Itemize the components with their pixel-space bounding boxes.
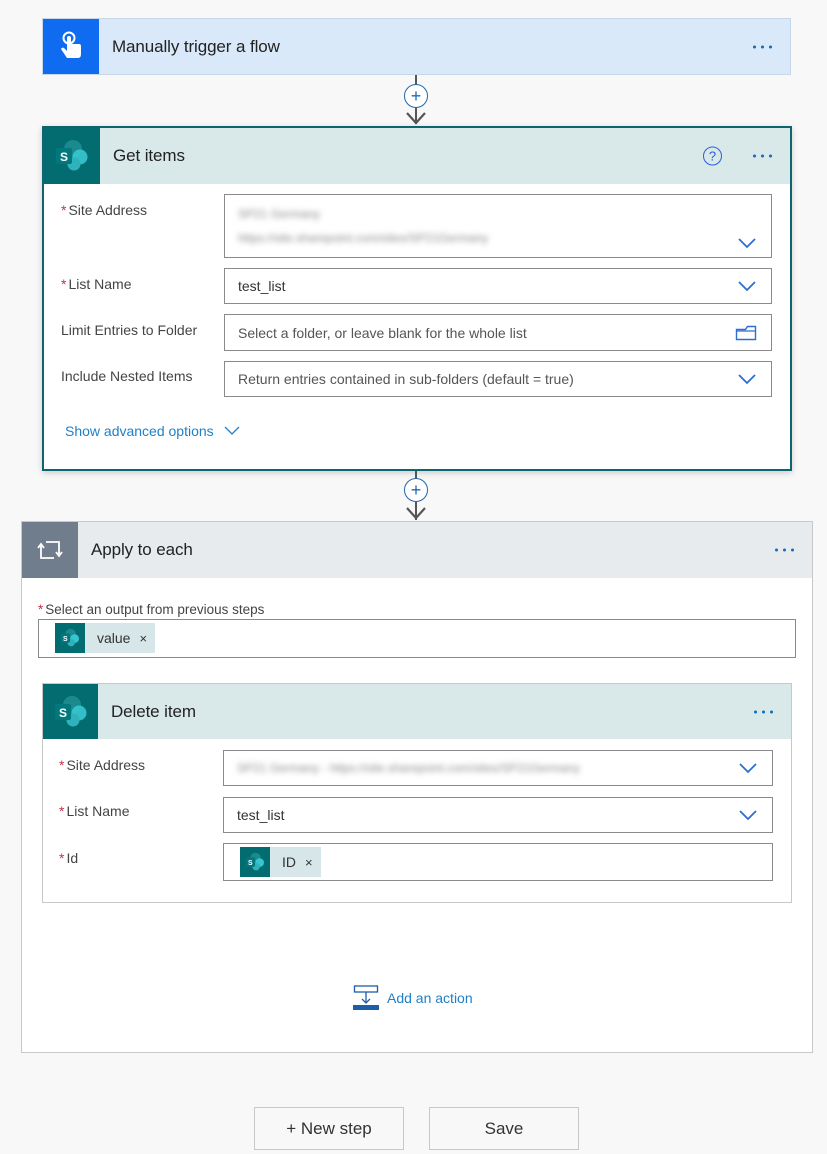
id-label: * Id: [59, 850, 79, 866]
trigger-header[interactable]: Manually trigger a flow: [43, 19, 790, 74]
value-token[interactable]: S value ×: [55, 623, 156, 653]
site-address-label: * Site Address: [61, 202, 148, 218]
delete-item-header[interactable]: S Delete item: [43, 684, 791, 739]
get-items-header[interactable]: S Get items ?: [44, 128, 790, 184]
more-options-icon[interactable]: [749, 41, 776, 52]
select-output-input[interactable]: S value ×: [38, 619, 796, 658]
select-output-label: * Select an output from previous steps: [38, 602, 265, 617]
folder-input[interactable]: Select a folder, or leave blank for the …: [224, 314, 772, 351]
plus-icon: +: [410, 480, 422, 500]
connector-1: +: [396, 75, 436, 126]
apply-to-each-card[interactable]: Apply to each * Select an output from pre…: [21, 521, 813, 1053]
delete-item-card[interactable]: S Delete item * Site Address SP21 Germany…: [42, 683, 792, 903]
sharepoint-icon: S: [240, 847, 270, 877]
plus-icon: +: [410, 86, 422, 106]
limit-entries-label: Limit Entries to Folder: [61, 322, 198, 338]
site-address-dropdown[interactable]: SP21 Germany - https://site.sharepoint.c…: [223, 750, 773, 786]
list-name-label: * List Name: [59, 803, 130, 819]
apply-to-each-title: Apply to each: [91, 540, 193, 559]
get-items-title: Get items: [113, 146, 185, 165]
loop-icon: [22, 522, 78, 578]
include-nested-dropdown[interactable]: Return entries contained in sub-folders …: [224, 361, 772, 397]
svg-text:S: S: [248, 860, 253, 867]
more-options-icon[interactable]: [771, 545, 798, 556]
svg-text:S: S: [63, 636, 68, 643]
remove-token-icon[interactable]: ×: [305, 855, 313, 870]
sharepoint-icon: S: [55, 623, 85, 653]
more-options-icon[interactable]: [749, 151, 776, 162]
save-button[interactable]: Save: [429, 1107, 579, 1150]
include-nested-label: Include Nested Items: [61, 368, 193, 384]
arrow-down-icon: [406, 507, 426, 520]
chevron-down-icon[interactable]: [738, 809, 758, 821]
chevron-down-icon: [224, 426, 240, 435]
folder-icon[interactable]: [735, 325, 757, 341]
show-advanced-options-link[interactable]: Show advanced options: [65, 423, 240, 439]
chevron-down-icon[interactable]: [737, 237, 757, 249]
sharepoint-icon: S: [43, 684, 98, 739]
touch-hand-icon: [43, 19, 99, 74]
svg-text:S: S: [58, 706, 66, 720]
list-name-label: * List Name: [61, 276, 132, 292]
svg-text:S: S: [60, 150, 68, 164]
list-name-dropdown[interactable]: test_list: [224, 268, 772, 304]
add-an-action-button[interactable]: Add an action: [353, 985, 473, 1011]
more-options-icon[interactable]: [750, 706, 777, 717]
id-input[interactable]: S ID ×: [223, 843, 773, 881]
new-step-button[interactable]: + New step: [254, 1107, 404, 1150]
site-address-label: * Site Address: [59, 757, 146, 773]
id-token[interactable]: S ID ×: [240, 847, 321, 877]
chevron-down-icon[interactable]: [738, 762, 758, 774]
apply-to-each-header[interactable]: Apply to each: [22, 522, 812, 578]
trigger-card[interactable]: Manually trigger a flow: [42, 18, 791, 75]
connector-2: +: [396, 471, 436, 522]
insert-step-button[interactable]: +: [404, 84, 428, 108]
get-items-card[interactable]: S Get items ? * Site Address SP21 Germany…: [42, 126, 792, 471]
delete-item-title: Delete item: [111, 701, 196, 721]
sharepoint-icon: S: [44, 128, 100, 184]
trigger-title: Manually trigger a flow: [112, 36, 280, 56]
list-name-dropdown[interactable]: test_list: [223, 797, 773, 833]
site-address-dropdown[interactable]: SP21 Germany https://site.sharepoint.com…: [224, 194, 772, 258]
help-icon[interactable]: ?: [703, 146, 722, 166]
remove-token-icon[interactable]: ×: [139, 631, 147, 646]
arrow-down-icon: [406, 112, 426, 125]
chevron-down-icon[interactable]: [737, 373, 757, 385]
insert-step-button[interactable]: +: [404, 478, 428, 502]
chevron-down-icon[interactable]: [737, 280, 757, 292]
add-action-icon: [353, 985, 379, 1010]
